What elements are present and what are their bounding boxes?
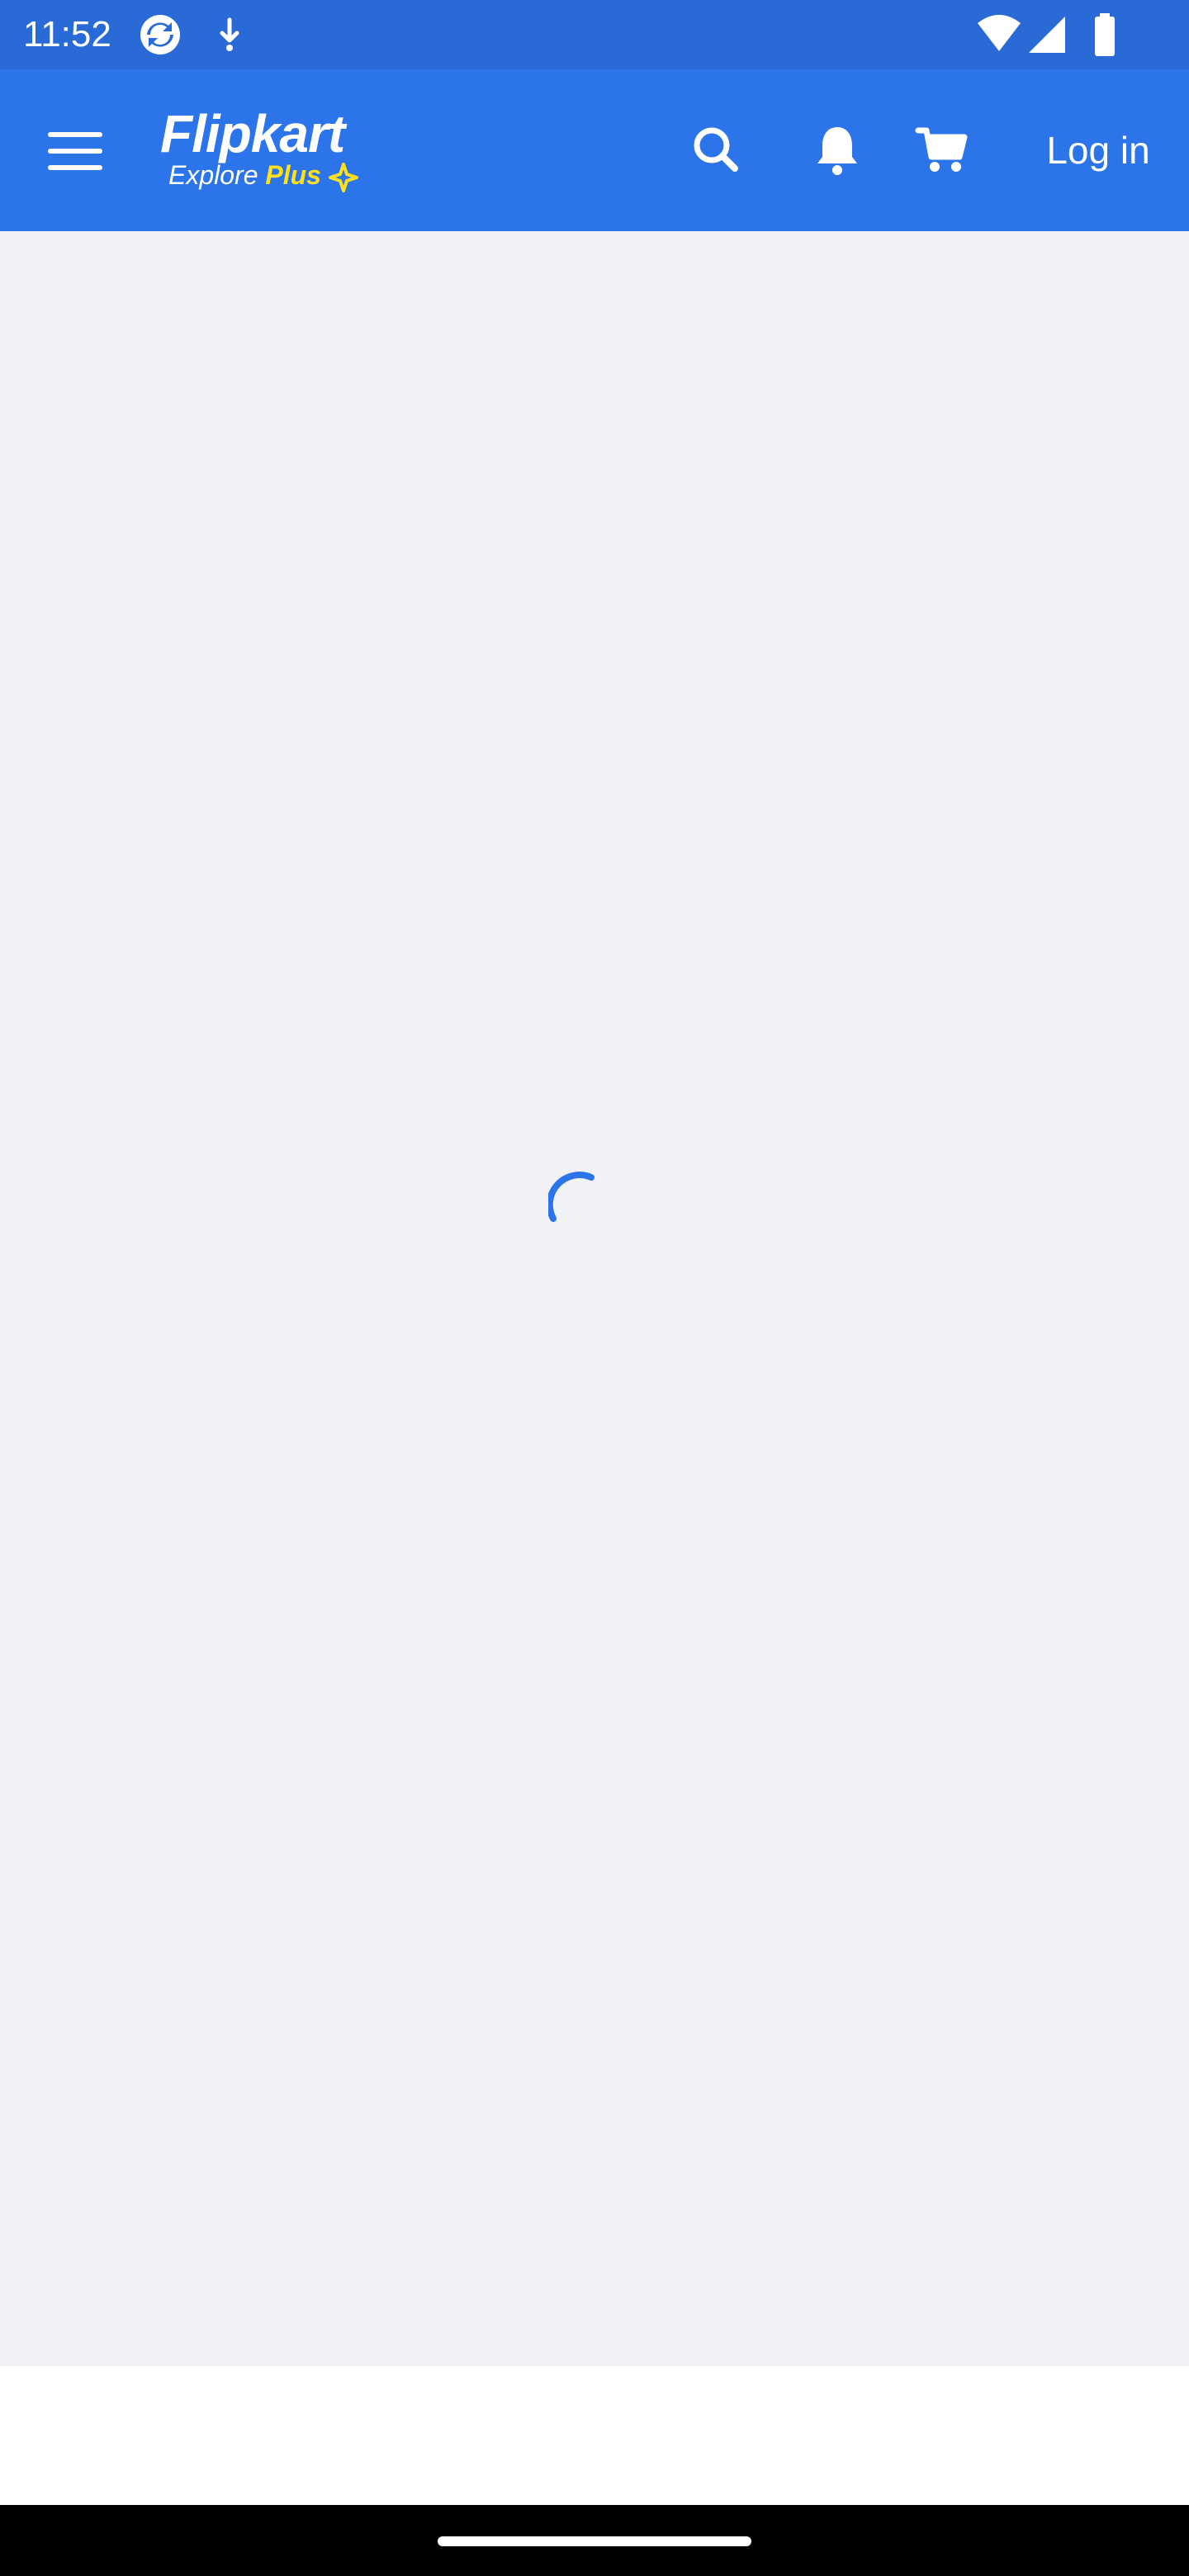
flipkart-logo[interactable]: Flipkart Explore Plus xyxy=(160,101,375,200)
hamburger-menu-icon[interactable] xyxy=(48,129,107,173)
home-gesture-handle[interactable] xyxy=(438,2536,751,2546)
login-button[interactable]: Log in xyxy=(1024,116,1172,185)
main-content xyxy=(0,231,1189,2366)
logo-tagline-explore: Explore xyxy=(168,160,258,190)
footer-area xyxy=(0,2366,1189,2505)
battery-icon xyxy=(1095,13,1115,56)
status-bar: 11:52 xyxy=(0,0,1189,69)
status-time: 11:52 xyxy=(23,14,111,54)
logo-wordmark: Flipkart xyxy=(160,104,345,163)
system-navigation-bar xyxy=(0,2505,1189,2576)
search-icon[interactable] xyxy=(685,119,748,182)
app-header: Flipkart Explore Plus Log in xyxy=(0,69,1189,233)
cart-icon[interactable] xyxy=(912,119,974,182)
signal-icon xyxy=(1029,17,1065,53)
plus-star-icon xyxy=(328,162,358,192)
logo-tagline: Explore Plus xyxy=(168,159,358,192)
download-notification-icon xyxy=(220,17,239,51)
wifi-icon xyxy=(978,15,1021,51)
loading-spinner-icon xyxy=(548,1172,594,1222)
logo-tagline-plus: Plus xyxy=(265,160,321,190)
sync-app-icon xyxy=(140,15,180,54)
bell-icon[interactable] xyxy=(806,119,869,182)
